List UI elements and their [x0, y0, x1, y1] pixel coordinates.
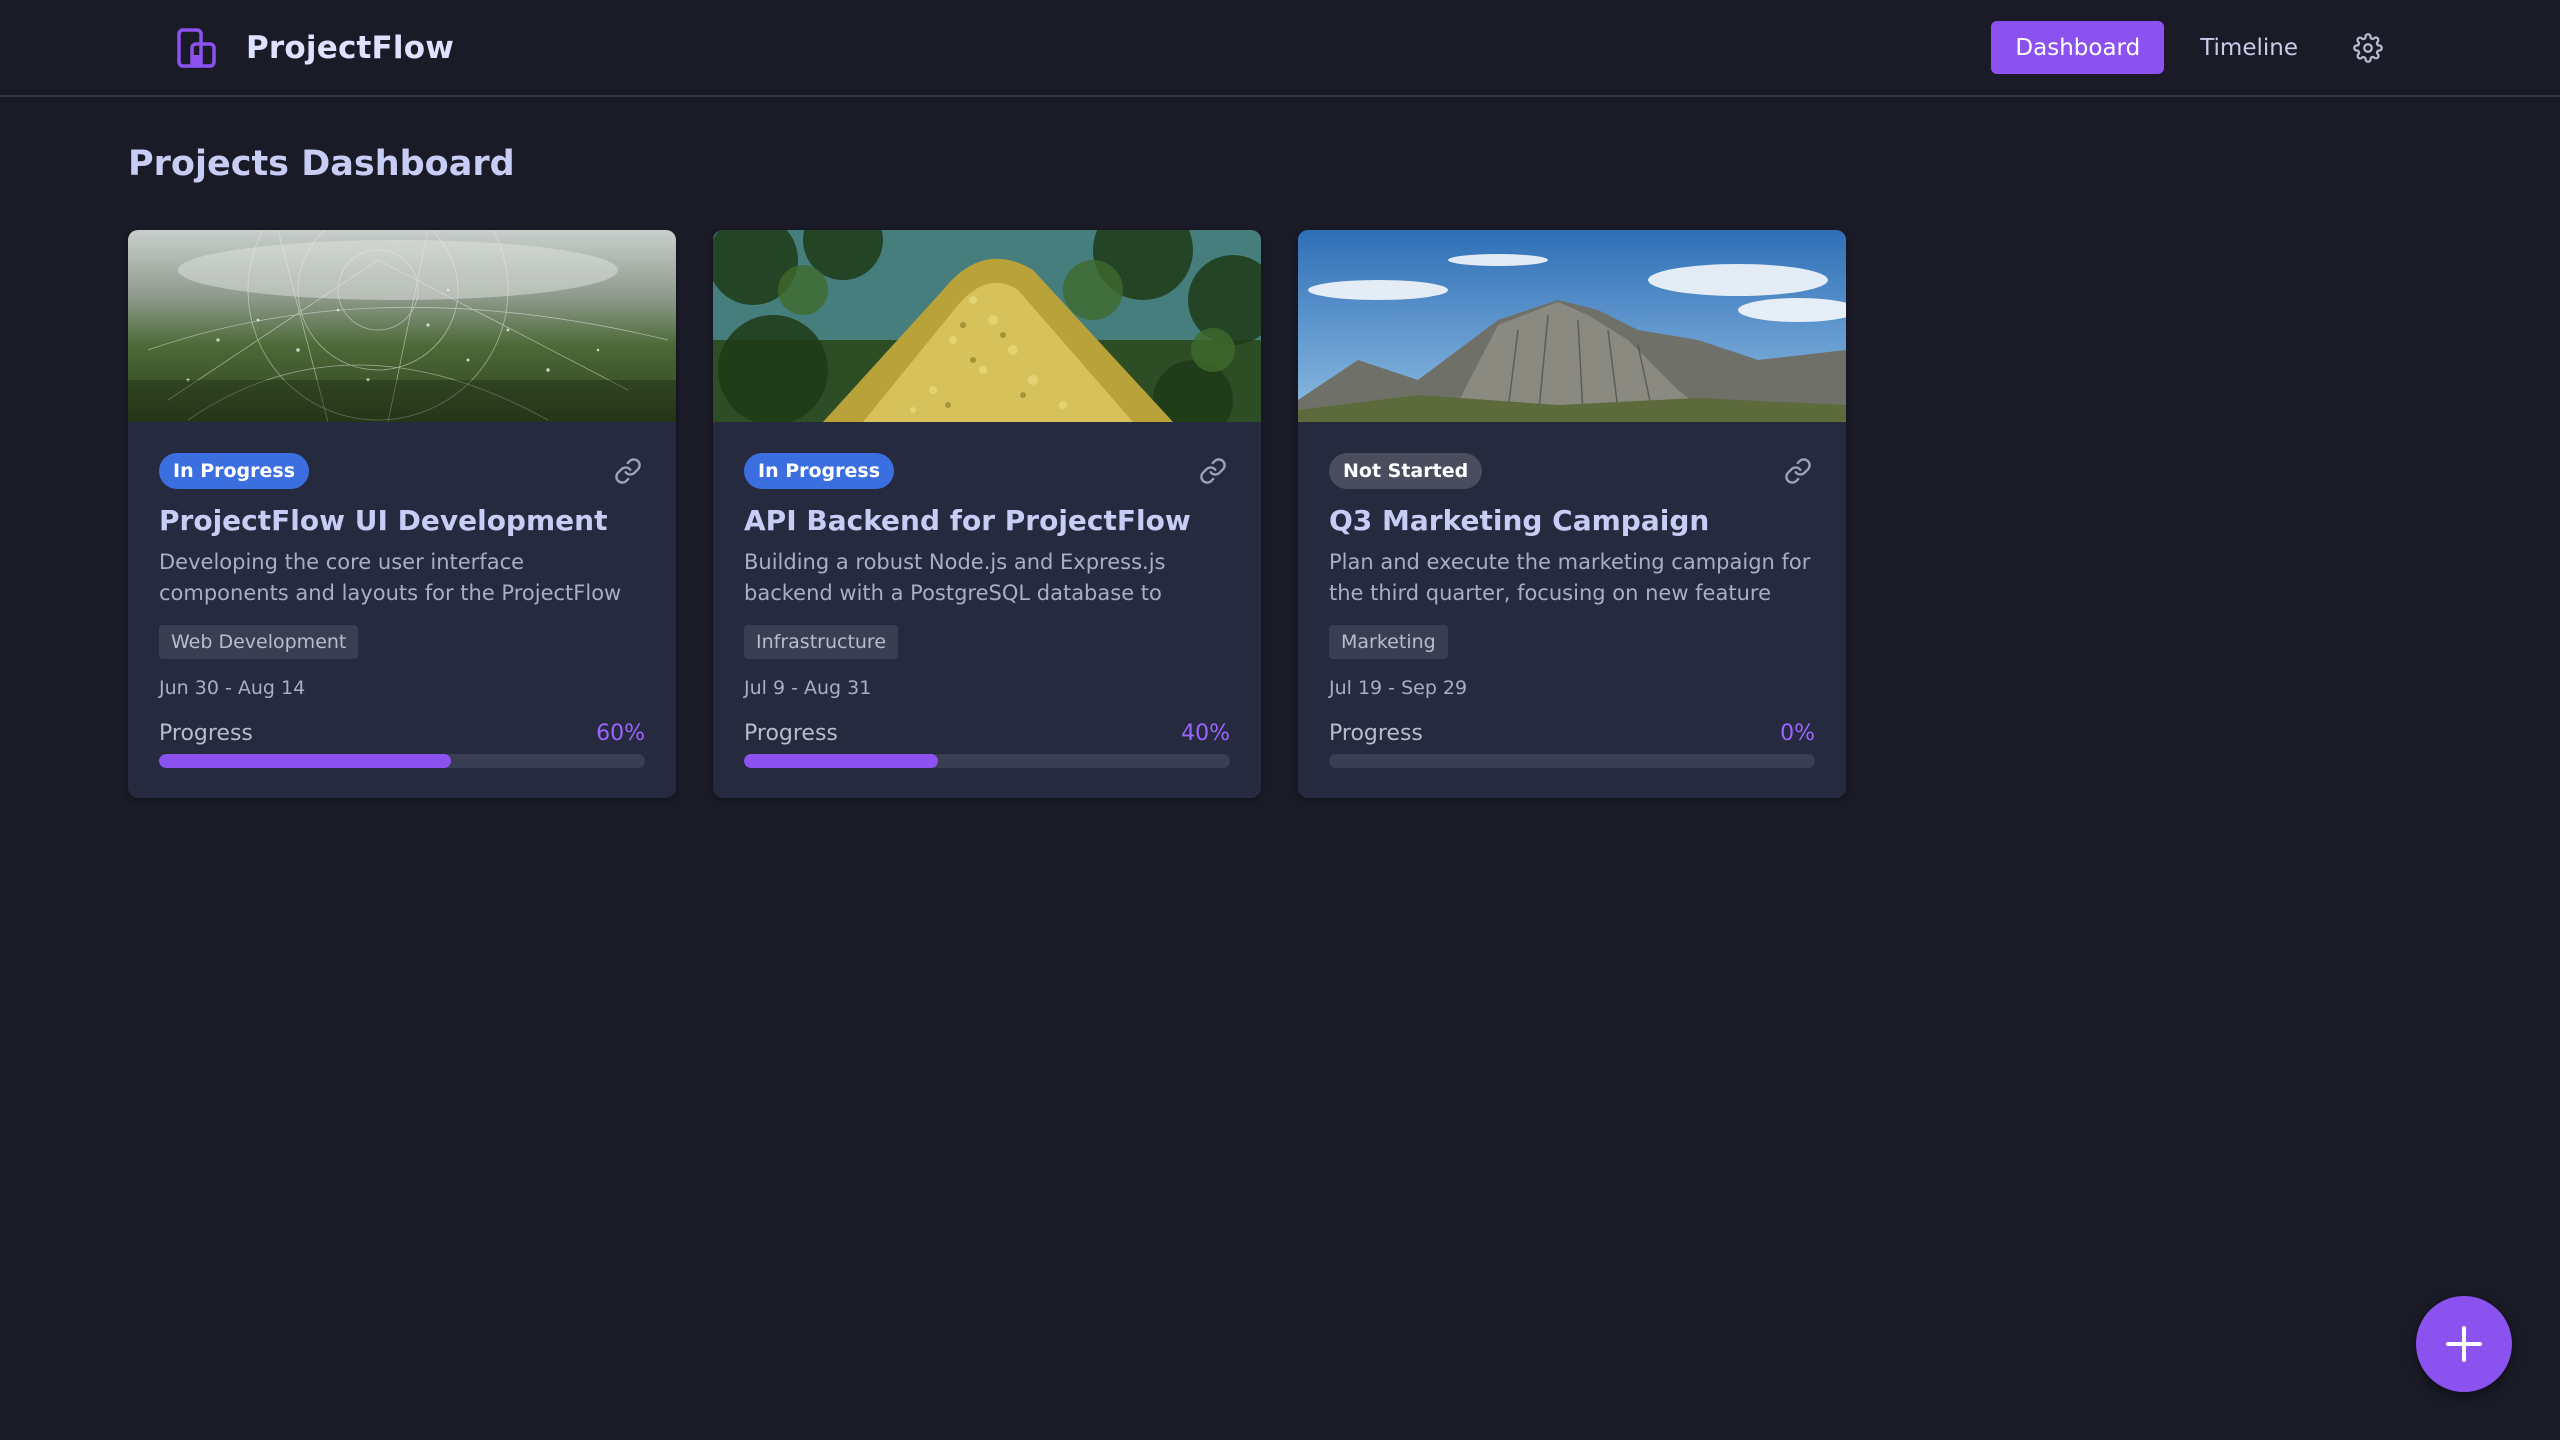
page-title: Projects Dashboard	[128, 144, 515, 184]
progress-header: Progress 60%	[159, 721, 645, 746]
project-description: Developing the core user interface compo…	[159, 550, 622, 605]
project-card[interactable]: In Progress ProjectFlow UI Development D…	[128, 230, 676, 798]
progress-percent: 40%	[1181, 721, 1230, 746]
progress-percent: 0%	[1780, 721, 1815, 746]
add-project-button[interactable]	[2416, 1296, 2512, 1392]
copy-link-button[interactable]	[611, 454, 645, 488]
project-cover-image	[128, 230, 676, 422]
project-card[interactable]: In Progress API Backend for ProjectFlow …	[713, 230, 1261, 798]
projectflow-logo-icon	[177, 28, 216, 68]
gear-icon	[2353, 32, 2383, 63]
project-dates: Jul 19 - Sep 29	[1329, 677, 1468, 699]
progress-label: Progress	[1329, 721, 1423, 746]
project-title: ProjectFlow UI Development	[159, 504, 608, 537]
project-card-list: In Progress ProjectFlow UI Development D…	[128, 230, 1846, 798]
brand[interactable]: ProjectFlow	[176, 24, 454, 72]
project-cover-image	[713, 230, 1261, 422]
progress-label: Progress	[744, 721, 838, 746]
project-cover-image	[1298, 230, 1846, 422]
copy-link-button[interactable]	[1196, 454, 1230, 488]
link-icon	[615, 458, 641, 484]
project-tag: Marketing	[1329, 625, 1448, 659]
progress-header: Progress 0%	[1329, 721, 1815, 746]
project-description: Building a robust Node.js and Express.js…	[744, 550, 1166, 605]
status-badge: Not Started	[1329, 453, 1483, 489]
plus-icon	[2446, 1326, 2482, 1362]
project-card-body: In Progress ProjectFlow UI Development D…	[159, 422, 645, 768]
project-description: Plan and execute the marketing campaign …	[1329, 550, 1811, 605]
project-dates: Jun 30 - Aug 14	[159, 677, 306, 699]
copy-link-button[interactable]	[1781, 454, 1815, 488]
dashboard-nav-button[interactable]: Dashboard	[1991, 21, 2165, 74]
project-title: Q3 Marketing Campaign	[1329, 504, 1710, 537]
timeline-nav-button[interactable]: Timeline	[2176, 21, 2322, 74]
progress-bar	[159, 754, 645, 768]
project-tag: Web Development	[159, 625, 359, 659]
progress-bar	[744, 754, 1230, 768]
main-nav: Dashboard Timeline	[1991, 21, 2386, 74]
link-icon	[1200, 458, 1226, 484]
progress-bar-fill	[744, 754, 939, 768]
project-tag: Infrastructure	[744, 625, 899, 659]
project-card-body: In Progress API Backend for ProjectFlow …	[744, 422, 1230, 768]
project-card[interactable]: Not Started Q3 Marketing Campaign Plan a…	[1298, 230, 1846, 798]
project-title: API Backend for ProjectFlow	[744, 504, 1191, 537]
app-name: ProjectFlow	[246, 30, 455, 66]
progress-bar-fill	[159, 754, 451, 768]
status-badge: In Progress	[159, 453, 310, 489]
progress-percent: 60%	[596, 721, 645, 746]
settings-button[interactable]	[2350, 30, 2386, 66]
progress-label: Progress	[159, 721, 253, 746]
progress-bar	[1329, 754, 1815, 768]
status-badge: In Progress	[744, 453, 895, 489]
progress-header: Progress 40%	[744, 721, 1230, 746]
top-header: ProjectFlow Dashboard Timeline	[0, 0, 2560, 97]
project-dates: Jul 9 - Aug 31	[744, 677, 872, 699]
link-icon	[1785, 458, 1811, 484]
project-card-body: Not Started Q3 Marketing Campaign Plan a…	[1329, 422, 1815, 768]
